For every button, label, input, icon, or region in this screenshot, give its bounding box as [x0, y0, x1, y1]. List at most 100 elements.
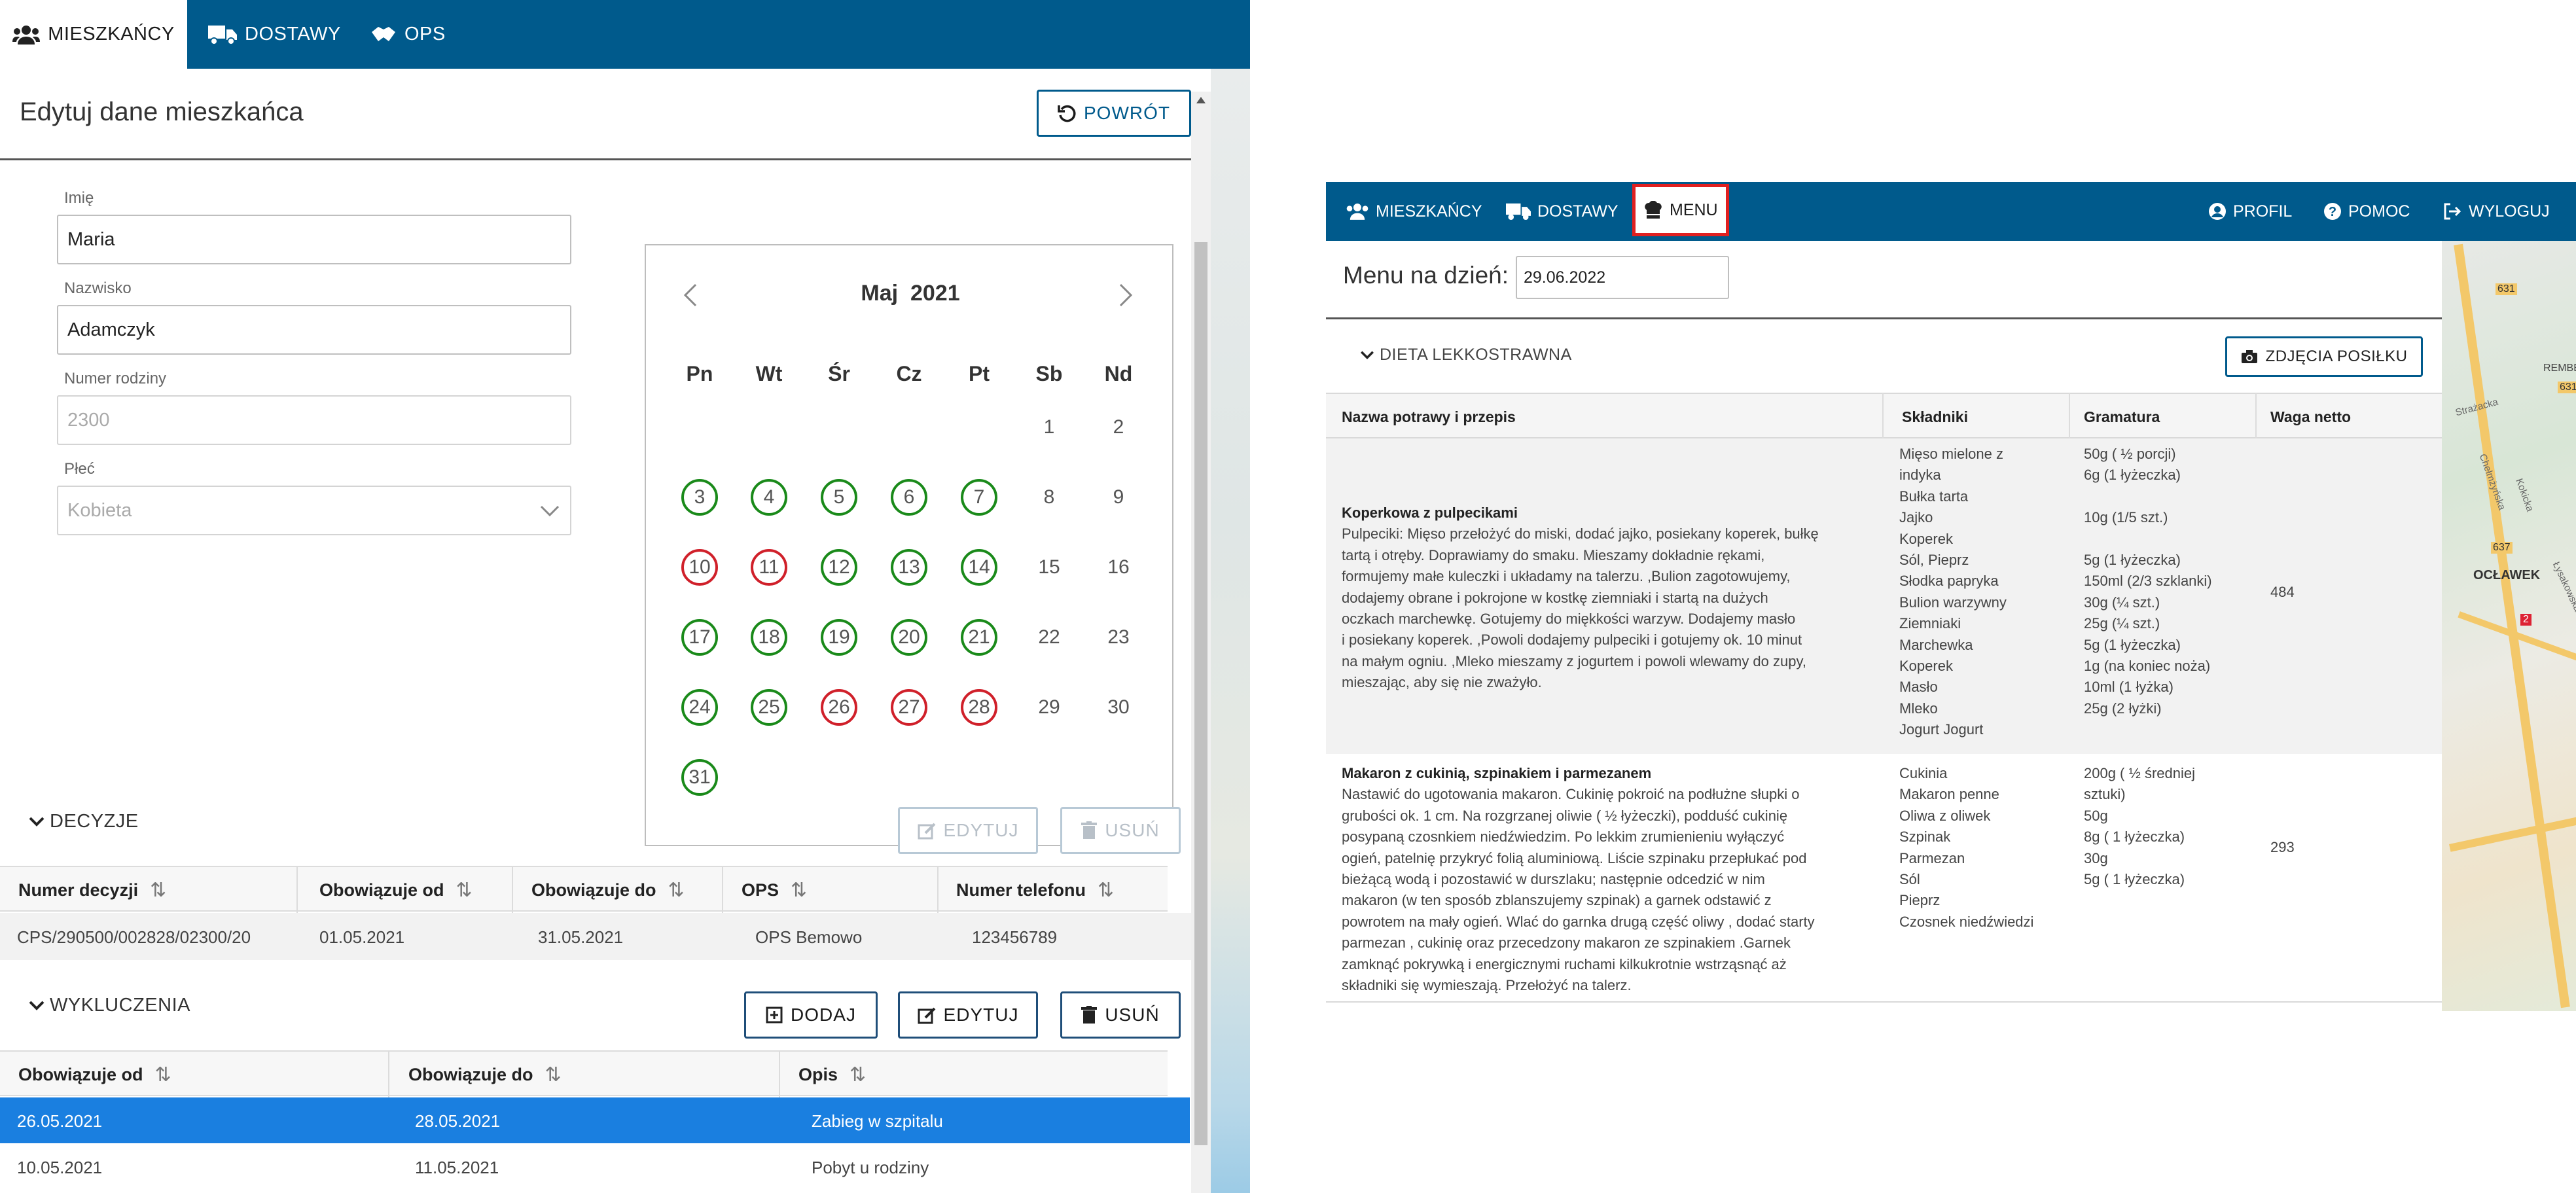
nav-tab-residents[interactable]: MIESZKAŃCY: [0, 0, 187, 69]
ingredient: indyka: [1899, 467, 1941, 484]
dish-recipe-line: dodajemy obrane i pokrojone w kostkę zie…: [1342, 589, 1768, 606]
ingredient-amount: 50g: [2084, 807, 2108, 824]
scrollbar-thumb[interactable]: [1194, 242, 1208, 1145]
calendar-day[interactable]: 9: [1100, 479, 1137, 516]
nav-tab-deliveries[interactable]: DOSTAWY: [208, 0, 341, 69]
calendar-day[interactable]: 23: [1100, 619, 1137, 656]
vertical-scrollbar[interactable]: [1191, 92, 1211, 1193]
ingredient: Koperek: [1899, 530, 1953, 547]
nav-tab-deliveries[interactable]: DOSTAWY: [1506, 182, 1619, 241]
dish-recipe-line: posypaną czosnkiem niedźwiedzim. Po lekk…: [1342, 828, 1785, 846]
ingredient: Ziemniaki: [1899, 615, 1961, 632]
back-button[interactable]: POWRÓT: [1037, 90, 1191, 137]
calendar-day[interactable]: 20: [891, 619, 927, 656]
calendar-day[interactable]: 10: [681, 549, 718, 586]
sex-select[interactable]: Kobieta: [57, 486, 571, 535]
nav-profile[interactable]: PROFIL: [2208, 182, 2292, 241]
calendar-day[interactable]: 4: [751, 479, 787, 516]
calendar-day[interactable]: 29: [1031, 689, 1067, 726]
ingredient: Bułka tarta: [1899, 488, 1969, 505]
calendar-day[interactable]: 25: [751, 689, 787, 726]
nav-tab-ops[interactable]: OPS: [370, 0, 446, 69]
calendar-day[interactable]: 22: [1031, 619, 1067, 656]
dish-recipe-line: ogień, patelnię przykryć folią aluminiow…: [1342, 849, 1807, 866]
calendar-day[interactable]: 26: [821, 689, 857, 726]
last-name-field[interactable]: Adamczyk: [57, 305, 571, 355]
dish-recipe-line: oczkach marchewkę. Gotujemy do miękkości…: [1342, 611, 1796, 627]
dish-recipe-line: bieżącą wodą i pozostawić w durszlaku; n…: [1342, 871, 1765, 887]
calendar-day[interactable]: 15: [1031, 549, 1067, 586]
plus-square-icon: [766, 1006, 783, 1024]
scroll-up-arrow-icon[interactable]: [1196, 97, 1206, 103]
ingredient-amount: 5g (1 łyżeczka): [2084, 552, 2181, 568]
column-header[interactable]: Obowiązuje od ⇅: [319, 867, 473, 913]
ingredient-amount: 25g (2 łyżki): [2084, 700, 2162, 717]
map-background: [1211, 69, 1250, 1193]
column-header[interactable]: Numer telefonu ⇅: [956, 867, 1114, 913]
ingredient: Oliwa z oliwek: [1899, 807, 1991, 824]
calendar-day[interactable]: 11: [751, 549, 787, 586]
nav-help[interactable]: ? POMOC: [2323, 182, 2410, 241]
calendar-day[interactable]: 21: [961, 619, 997, 656]
calendar-day[interactable]: 30: [1100, 689, 1137, 726]
dish-name: Makaron z cukinią, szpinakiem i parmezan…: [1342, 765, 1652, 781]
dish-recipe-line: parmezan , cukinię oraz przecedzony maka…: [1342, 935, 1791, 952]
nav-tab-menu[interactable]: MENU: [1632, 184, 1729, 236]
calendar-day[interactable]: 5: [821, 479, 857, 516]
meal-photos-button[interactable]: ZDJĘCIA POSIŁKU: [2225, 336, 2423, 377]
calendar-day[interactable]: 6: [891, 479, 927, 516]
top-navigation: MIESZKAŃCY DOSTAWY OPS: [0, 0, 1250, 69]
table-row-selected[interactable]: 26.05.2021 28.05.2021 Zabieg w szpitalu: [0, 1097, 1190, 1143]
calendar-day[interactable]: 14: [961, 549, 997, 586]
column-header[interactable]: Obowiązuje do ⇅: [408, 1052, 562, 1097]
exclusions-section-toggle[interactable]: WYKLUCZENIA: [29, 995, 190, 1016]
undo-icon: [1058, 105, 1076, 122]
exclusions-delete-button[interactable]: USUŃ: [1060, 991, 1181, 1039]
column-header[interactable]: Obowiązuje od ⇅: [18, 1052, 171, 1097]
calendar-day[interactable]: 24: [681, 689, 718, 726]
first-name-field[interactable]: Maria: [57, 215, 571, 264]
table-row[interactable]: Makaron z cukinią, szpinakiem i parmezan…: [1326, 754, 2442, 1003]
decisions-section-toggle[interactable]: DECYZJE: [29, 811, 139, 832]
menu-table-header: Nazwa potrawy i przepis Składniki Gramat…: [1326, 393, 2442, 438]
calendar-day[interactable]: 3: [681, 479, 718, 516]
ingredient-amount: 5g ( 1 łyżeczka): [2084, 871, 2185, 887]
calendar-day[interactable]: 2: [1100, 409, 1137, 446]
calendar-day[interactable]: 13: [891, 549, 927, 586]
calendar-day[interactable]: 8: [1031, 479, 1067, 516]
column-header[interactable]: Opis ⇅: [798, 1052, 866, 1097]
calendar-day[interactable]: 1: [1031, 409, 1067, 446]
nav-logout[interactable]: WYLOGUJ: [2442, 182, 2550, 241]
trash-icon: [1081, 821, 1098, 839]
top-navigation: MIESZKAŃCY DOSTAWY MENU PROFIL ? POMOC W…: [1326, 182, 2576, 241]
decisions-edit-button[interactable]: EDYTUJ: [898, 807, 1038, 854]
column-header[interactable]: Numer decyzji ⇅: [18, 867, 166, 913]
next-month-icon[interactable]: [1118, 282, 1134, 308]
exclusions-add-button[interactable]: DODAJ: [744, 991, 878, 1039]
calendar-day[interactable]: 16: [1100, 549, 1137, 586]
ingredient-amount: 8g ( 1 łyżeczka): [2084, 828, 2185, 846]
column-header[interactable]: OPS ⇅: [742, 867, 807, 913]
calendar-day[interactable]: 18: [751, 619, 787, 656]
calendar-day[interactable]: 31: [681, 759, 718, 796]
diet-section-toggle[interactable]: DIETA LEKKOSTRAWNA: [1360, 346, 1572, 365]
calendar-day[interactable]: 7: [961, 479, 997, 516]
calendar-day[interactable]: 17: [681, 619, 718, 656]
table-row[interactable]: Koperkowa z pulpecikami Pulpeciki: Mięso …: [1326, 438, 2442, 754]
dish-recipe-line: powrotem na mały ogień. Wlać do garnka d…: [1342, 913, 1815, 930]
calendar-day[interactable]: 12: [821, 549, 857, 586]
menu-date-input[interactable]: 29.06.2022: [1516, 256, 1729, 299]
calendar-day[interactable]: 19: [821, 619, 857, 656]
column-header[interactable]: Obowiązuje do ⇅: [531, 867, 685, 913]
nav-tab-residents[interactable]: MIESZKAŃCY: [1346, 182, 1482, 241]
decisions-delete-button[interactable]: USUŃ: [1060, 807, 1181, 854]
calendar-day[interactable]: 27: [891, 689, 927, 726]
table-row[interactable]: 10.05.2021 11.05.2021 Pobyt u rodziny: [0, 1143, 1190, 1190]
ingredient-amount: 1g (na koniec noża): [2084, 658, 2211, 674]
calendar-day[interactable]: 28: [961, 689, 997, 726]
user-circle-icon: [2209, 203, 2226, 220]
ingredient: Parmezan: [1899, 849, 1965, 866]
dish-recipe-line: zamknąć pokrywką i energicznymi ruchami …: [1342, 955, 1787, 972]
table-row[interactable]: CPS/290500/002828/02300/20 01.05.2021 31…: [0, 913, 1191, 960]
exclusions-edit-button[interactable]: EDYTUJ: [898, 991, 1038, 1039]
